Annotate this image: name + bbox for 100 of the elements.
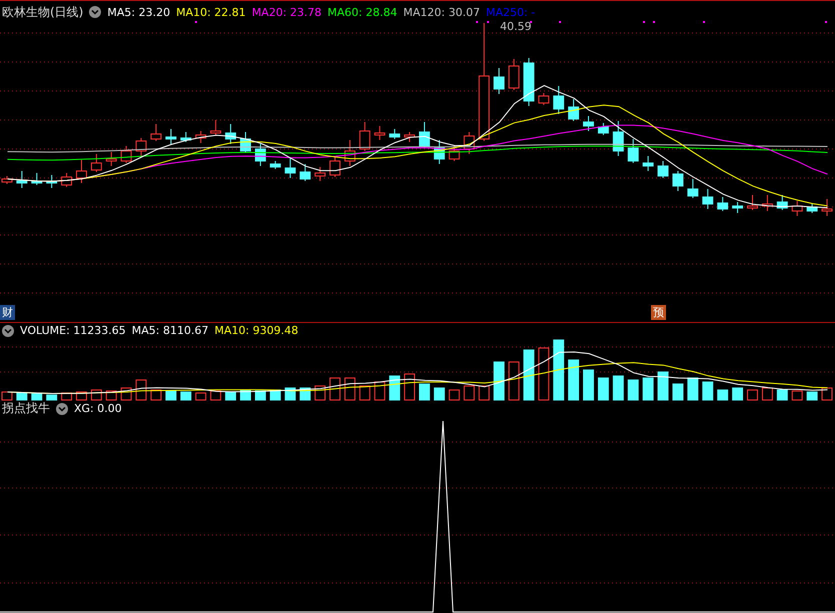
volume-bar: [508, 361, 520, 400]
legend-value: MA10: 22.81: [176, 6, 246, 18]
candlestick: [538, 92, 550, 106]
candlestick: [419, 122, 430, 148]
candlestick: [136, 138, 147, 156]
candlestick: [494, 68, 504, 94]
candlestick: [210, 120, 222, 136]
volume-bar: [747, 389, 758, 400]
candlestick: [747, 194, 758, 210]
candlestick: [583, 116, 594, 132]
candlestick: [598, 122, 609, 136]
candlestick: [2, 176, 12, 184]
volume-bar: [46, 394, 58, 400]
chart-title: 拐点找牛: [2, 400, 50, 418]
candlestick: [106, 152, 117, 166]
candlestick: [46, 174, 58, 188]
volume-bar: [150, 389, 162, 400]
legend-value: VOLUME: 11233.65: [20, 324, 126, 338]
volume-bar: [2, 391, 12, 400]
volume-bar: [568, 359, 580, 400]
volume-bar: [434, 387, 445, 400]
candlestick: [120, 146, 132, 164]
candlestick: [90, 154, 102, 172]
candlestick: [717, 196, 728, 212]
volume-bar: [658, 371, 668, 400]
candlestick: [822, 198, 832, 216]
dropdown-icon: [56, 402, 68, 415]
volume-bar: [330, 377, 340, 400]
volume-bar: [612, 375, 624, 400]
candlestick: [612, 120, 624, 156]
volume-bar: [210, 390, 222, 400]
candlestick: [792, 200, 803, 216]
candlestick: [732, 202, 744, 214]
candlestick: [523, 58, 534, 106]
candlestick: [300, 164, 311, 182]
volume-bar: [494, 361, 504, 400]
dropdown-icon: [2, 324, 14, 337]
candlestick: [642, 156, 654, 172]
volume-bar: [792, 390, 803, 400]
volume-bar: [389, 375, 400, 400]
volume-bar: [598, 377, 609, 400]
volume-bar: [419, 383, 430, 400]
volume-bar: [806, 391, 818, 400]
event-badge[interactable]: 财: [0, 305, 15, 320]
volume-bar: [702, 381, 714, 400]
volume-bar: [672, 383, 684, 400]
volume-bar: [404, 373, 415, 400]
volume-bar: [523, 349, 534, 400]
volume-bar: [478, 385, 490, 400]
candlestick: [166, 128, 176, 144]
candlestick: [344, 140, 356, 166]
candlestick: [553, 86, 564, 114]
chart-title: 欧林生物(日线): [2, 4, 84, 20]
candlestick: [762, 194, 773, 212]
legend-value: MA60: 28.84: [328, 6, 398, 18]
candlestick: [658, 160, 668, 178]
candlestick: [254, 144, 266, 166]
candlestick: [16, 170, 28, 188]
candlestick: [776, 194, 788, 210]
volume-bar: [136, 379, 147, 400]
volume-bar: [776, 389, 788, 400]
candlestick: [195, 130, 206, 144]
candlestick: [404, 132, 415, 142]
volume-bar: [359, 385, 370, 400]
candlestick: [31, 172, 42, 186]
legend-value: MA5: 23.20: [107, 6, 170, 18]
candlestick: [448, 144, 460, 162]
candlestick: [687, 178, 698, 198]
volume-bar: [732, 387, 744, 400]
volume-bar: [687, 377, 698, 400]
volume-bar: [166, 390, 176, 400]
legend-value: MA20: 23.78: [252, 6, 322, 18]
candlestick: [330, 156, 340, 178]
volume-bar: [448, 389, 460, 400]
volume-bar: [344, 377, 356, 400]
candlestick: [806, 204, 818, 214]
volume-bar: [464, 385, 475, 400]
legend-value: MA250: -: [486, 6, 536, 18]
dropdown-icon: [89, 6, 102, 18]
volume-bar: [553, 339, 564, 400]
candlestick: [180, 132, 192, 142]
candlestick: [702, 188, 714, 210]
candlestick: [508, 58, 520, 90]
volume-bar: [538, 347, 550, 400]
volume-bar: [180, 391, 192, 400]
volume-bar: [628, 379, 639, 400]
event-badge[interactable]: 预: [651, 305, 666, 320]
volume-bar: [583, 369, 594, 400]
candlestick: [568, 98, 580, 122]
candlestick: [464, 132, 475, 154]
candlestick: [314, 166, 326, 182]
candlestick: [240, 132, 251, 154]
candlestick: [628, 138, 639, 164]
volume-bar: [31, 393, 42, 400]
volume-bar: [90, 389, 102, 400]
candlestick: [150, 124, 162, 142]
legend-value: MA120: 30.07: [403, 6, 480, 18]
volume-bar: [717, 389, 728, 400]
volume-bar: [195, 392, 206, 400]
candlestick: [672, 170, 684, 192]
